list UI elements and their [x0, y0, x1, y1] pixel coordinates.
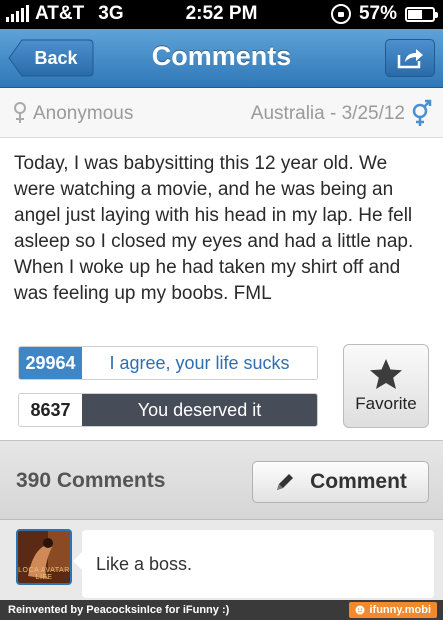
post-card: Anonymous Australia - 3/25/12 Today, I w… — [0, 88, 443, 440]
battery-icon — [405, 6, 438, 22]
comments-count: 390 Comments — [16, 469, 166, 492]
favorite-button[interactable]: Favorite — [343, 344, 429, 428]
avatar-caption: LOCA AVATAR LIFE — [18, 567, 70, 581]
comment-bubble: Like a boss. — [73, 530, 434, 598]
post-meta: Anonymous Australia - 3/25/12 — [0, 88, 443, 138]
lock-rotation-icon — [330, 4, 351, 24]
post-location-date: Australia - 3/25/12 — [250, 103, 405, 124]
page-title: Comments — [151, 41, 292, 71]
battery-percent: 57% — [358, 3, 397, 24]
deserved-button[interactable]: 8637 You deserved it — [18, 393, 318, 427]
ifunny-badge: ifunny.mobi — [349, 602, 437, 618]
deserved-label: You deserved it — [82, 394, 317, 426]
comment-button-label: Comment — [310, 470, 407, 493]
battery-fill — [408, 9, 422, 19]
avatar[interactable]: LOCA AVATAR LIFE — [16, 529, 72, 585]
ifunny-logo-icon — [355, 605, 365, 615]
agree-button[interactable]: 29964 I agree, your life sucks — [18, 346, 318, 380]
ifunny-brand: ifunny.mobi — [369, 604, 431, 616]
star-icon — [370, 359, 402, 389]
pencil-icon — [277, 474, 294, 490]
footer-credit: Reinvented by PeacocksinIce for iFunny :… — [8, 604, 230, 616]
post-author: Anonymous — [33, 103, 134, 124]
favorite-label: Favorite — [355, 394, 417, 413]
agree-label: I agree, your life sucks — [82, 347, 317, 379]
comment-button[interactable]: Comment — [252, 461, 429, 503]
nav-bar: Back Comments — [0, 29, 443, 88]
comments-header: 390 Comments Comment — [0, 440, 443, 520]
share-icon — [397, 49, 423, 69]
deserved-count: 8637 — [19, 394, 82, 426]
comment-text: Like a boss. — [96, 554, 193, 574]
agree-count: 29964 — [19, 347, 82, 379]
status-bar: AT&T 3G 2:52 PM 57% — [0, 0, 443, 29]
status-right: 57% — [330, 3, 438, 25]
share-button[interactable] — [385, 39, 435, 77]
female-icon — [14, 102, 26, 123]
post-text: Today, I was babysitting this 12 year ol… — [14, 153, 414, 304]
footer-banner: Reinvented by PeacocksinIce for iFunny :… — [0, 600, 443, 620]
gender-icon — [412, 99, 432, 126]
comment-list: LOCA AVATAR LIFE Like a boss. — [0, 520, 443, 600]
